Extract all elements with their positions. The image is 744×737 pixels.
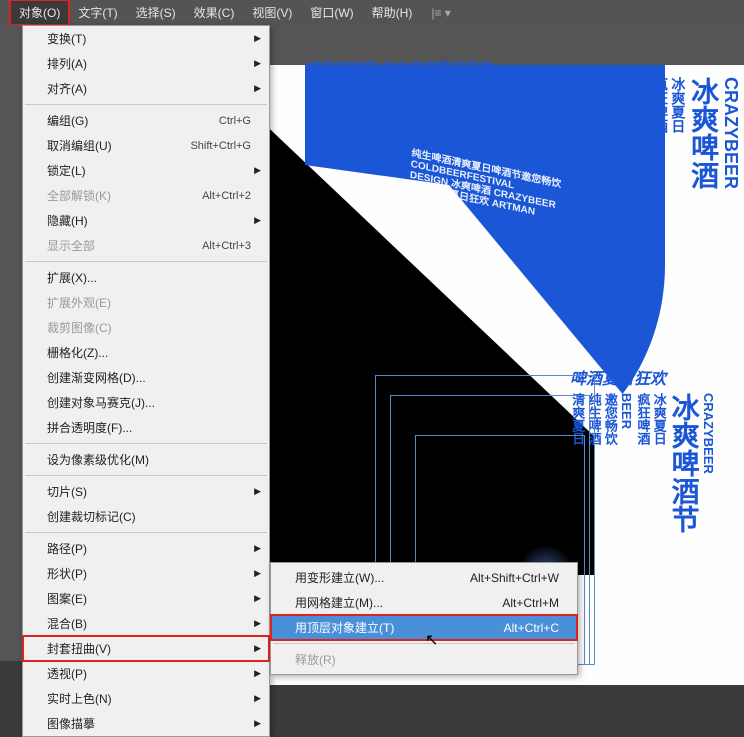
menu-trim-marks[interactable]: 创建裁切标记(C) (23, 504, 269, 529)
menu-ungroup[interactable]: 取消编组(U)Shift+Ctrl+G (23, 133, 269, 158)
chevron-right-icon: ▶ (254, 718, 261, 729)
menu-separator (25, 475, 267, 476)
menu-pattern[interactable]: 图案(E)▶ (23, 586, 269, 611)
menu-object[interactable]: 对象(O) (10, 0, 69, 25)
menu-lock[interactable]: 锁定(L)▶ (23, 158, 269, 183)
menu-blend[interactable]: 混合(B)▶ (23, 611, 269, 636)
chevron-right-icon: ▶ (254, 215, 261, 226)
submenu-make-with-warp[interactable]: 用变形建立(W)...Alt+Shift+Ctrl+W (271, 565, 577, 590)
menu-separator (25, 532, 267, 533)
menu-arrange[interactable]: 排列(A)▶ (23, 51, 269, 76)
menu-expand[interactable]: 扩展(X)... (23, 265, 269, 290)
menubar-extra: |≡ ▾ (431, 6, 450, 20)
submenu-release: 释放(R) (271, 647, 577, 672)
object-menu-dropdown: 变换(T)▶ 排列(A)▶ 对齐(A)▶ 编组(G)Ctrl+G 取消编组(U)… (22, 25, 270, 737)
menu-unlock-all: 全部解锁(K)Alt+Ctrl+2 (23, 183, 269, 208)
chevron-right-icon: ▶ (254, 543, 261, 554)
chevron-right-icon: ▶ (254, 568, 261, 579)
menubar: 对象(O) 文字(T) 选择(S) 效果(C) 视图(V) 窗口(W) 帮助(H… (0, 0, 744, 25)
menu-live-paint[interactable]: 实时上色(N)▶ (23, 686, 269, 711)
menu-perspective[interactable]: 透视(P)▶ (23, 661, 269, 686)
submenu-make-with-mesh[interactable]: 用网格建立(M)...Alt+Ctrl+M (271, 590, 577, 615)
menu-flatten-transparency[interactable]: 拼合透明度(F)... (23, 415, 269, 440)
menu-effect[interactable]: 效果(C) (185, 0, 244, 25)
menu-separator (25, 104, 267, 105)
chevron-right-icon: ▶ (254, 33, 261, 44)
menu-gradient-mesh[interactable]: 创建渐变网格(D)... (23, 365, 269, 390)
menu-image-trace[interactable]: 图像描摹▶ (23, 711, 269, 736)
menu-expand-appearance: 扩展外观(E) (23, 290, 269, 315)
chevron-right-icon: ▶ (254, 643, 261, 654)
menu-show-all: 显示全部Alt+Ctrl+3 (23, 233, 269, 258)
menu-select[interactable]: 选择(S) (127, 0, 185, 25)
envelope-distort-submenu: 用变形建立(W)...Alt+Shift+Ctrl+W 用网格建立(M)...A… (270, 562, 578, 675)
chevron-right-icon: ▶ (254, 165, 261, 176)
menu-slice[interactable]: 切片(S)▶ (23, 479, 269, 504)
chevron-right-icon: ▶ (254, 486, 261, 497)
poster-white-text: 纯生啤酒清爽夏日啤酒节邀您畅饮COLDBEERFESTIVALDESIGN 冰爽… (409, 148, 671, 246)
menu-separator (25, 443, 267, 444)
menu-help[interactable]: 帮助(H) (363, 0, 422, 25)
menu-object-mosaic[interactable]: 创建对象马赛克(J)... (23, 390, 269, 415)
menu-separator (25, 261, 267, 262)
submenu-make-with-top-object[interactable]: 用顶层对象建立(T)Alt+Ctrl+C (271, 615, 577, 640)
chevron-right-icon: ▶ (254, 693, 261, 704)
menu-rasterize[interactable]: 栅格化(Z)... (23, 340, 269, 365)
poster-bottom-text: 啤酒夏日狂欢 清爽夏日 纯生啤酒 邀您畅饮 BEER 疯狂啤酒 冰爽夏日 冰爽啤… (570, 365, 744, 533)
menu-group[interactable]: 编组(G)Ctrl+G (23, 108, 269, 133)
menu-align[interactable]: 对齐(A)▶ (23, 76, 269, 101)
menu-window[interactable]: 窗口(W) (301, 0, 362, 25)
menu-separator (273, 643, 575, 644)
chevron-right-icon: ▶ (254, 668, 261, 679)
menu-text[interactable]: 文字(T) (69, 0, 126, 25)
chevron-right-icon: ▶ (254, 618, 261, 629)
menu-pixel-perfect[interactable]: 设为像素级优化(M) (23, 447, 269, 472)
menu-crop-image: 裁剪图像(C) (23, 315, 269, 340)
menu-path[interactable]: 路径(P)▶ (23, 536, 269, 561)
menu-view[interactable]: 视图(V) (243, 0, 301, 25)
menu-shape[interactable]: 形状(P)▶ (23, 561, 269, 586)
menu-envelope-distort[interactable]: 封套扭曲(V)▶ (23, 636, 269, 661)
menu-hide[interactable]: 隐藏(H)▶ (23, 208, 269, 233)
chevron-right-icon: ▶ (254, 58, 261, 69)
chevron-right-icon: ▶ (254, 83, 261, 94)
menu-transform[interactable]: 变换(T)▶ (23, 26, 269, 51)
chevron-right-icon: ▶ (254, 593, 261, 604)
